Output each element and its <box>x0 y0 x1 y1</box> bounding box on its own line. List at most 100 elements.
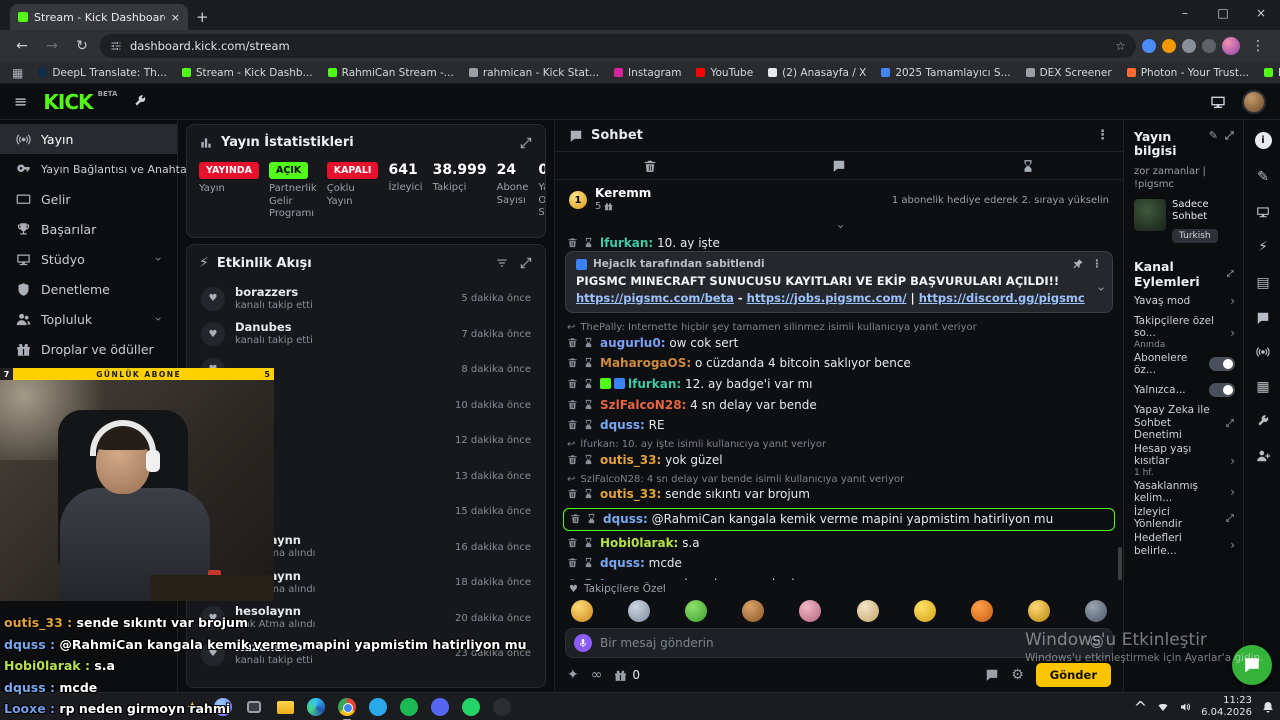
expand-icon[interactable] <box>519 256 533 270</box>
chat-username[interactable]: augurlu0: <box>600 336 666 350</box>
action-set-goals[interactable]: Hedefleri belirle... › <box>1134 532 1235 558</box>
app-icon[interactable] <box>491 696 513 718</box>
chat-message-input[interactable] <box>600 636 1082 650</box>
bookmark-item[interactable]: DEX Screener <box>1025 67 1112 79</box>
pinned-menu-icon[interactable]: ⋮ <box>1092 258 1103 270</box>
forward-button[interactable]: → <box>40 38 64 54</box>
chat-username[interactable]: lfurkan: <box>628 377 681 391</box>
expand-icon[interactable] <box>1226 268 1235 279</box>
emote-6[interactable] <box>856 600 879 622</box>
voice-message-icon[interactable] <box>574 634 592 652</box>
bookmark-star-icon[interactable]: ☆ <box>1115 39 1126 53</box>
action-account-age[interactable]: Hesap yaşı kısıtlar 1 hf. › <box>1134 443 1235 480</box>
customize-icon[interactable] <box>133 95 147 109</box>
emote-7[interactable] <box>913 600 936 622</box>
tab-close-icon[interactable]: × <box>171 11 180 24</box>
emote-5[interactable] <box>799 600 822 622</box>
emote-3[interactable] <box>685 600 708 622</box>
bookmark-item[interactable]: PIGSMC - kick.com/... <box>1263 67 1280 79</box>
emoji-picker-icon[interactable]: ☺ <box>1089 635 1104 651</box>
tools-icon[interactable] <box>1256 415 1270 429</box>
chat-messages[interactable]: ↩ ThePally: Internette hiçbir şey tamamen… <box>555 317 1123 580</box>
task-view-icon[interactable] <box>243 696 265 718</box>
bookmark-item[interactable]: 2025 Tamamlayıcı S... <box>881 67 1011 79</box>
bookmark-item[interactable]: Instagram <box>614 67 681 79</box>
back-button[interactable]: ← <box>10 38 34 54</box>
hamburger-menu-icon[interactable]: ≡ <box>14 92 27 111</box>
new-tab-button[interactable]: + <box>196 8 209 26</box>
category-row[interactable]: Sadece Sohbet Turkish <box>1134 198 1235 243</box>
emote-8[interactable] <box>970 600 993 622</box>
maximize-button[interactable]: □ <box>1204 0 1242 26</box>
timeout-user-icon[interactable] <box>583 454 594 465</box>
sidebar-item-yayin-baglantisi[interactable]: Yayın Bağlantısı ve Anahtarı <box>0 154 194 184</box>
reactions-icon[interactable]: ✦ <box>567 667 579 683</box>
browser-tab[interactable]: Stream - Kick Dashboard × <box>10 4 188 30</box>
reload-button[interactable]: ↻ <box>70 38 94 54</box>
timeout-user-icon[interactable] <box>583 557 594 568</box>
activity-row[interactable]: ♥ Danubes kanalı takip etti 7 dakika önce <box>187 317 545 353</box>
delete-message-icon[interactable] <box>567 557 578 568</box>
delete-message-icon[interactable] <box>567 237 578 248</box>
expand-icon[interactable] <box>519 136 533 150</box>
pin-icon[interactable] <box>1072 258 1084 270</box>
activity-row[interactable]: ♥ hesolaynn Link Atma alındı 20 dakika önce <box>187 601 545 637</box>
chrome-icon[interactable] <box>336 696 358 720</box>
bookmark-item[interactable]: YouTube <box>696 67 753 79</box>
gift-subs-button[interactable]: 0 <box>614 668 640 682</box>
chat-username[interactable]: outis_33: <box>600 453 661 467</box>
discord-icon[interactable] <box>429 696 451 718</box>
delete-message-icon[interactable] <box>567 357 578 368</box>
timeout-user-icon[interactable] <box>583 357 594 368</box>
kick-logo[interactable]: KICK BETA <box>43 90 117 114</box>
browser-menu-icon[interactable]: ⋮ <box>1246 38 1270 54</box>
telegram-icon[interactable] <box>367 696 389 718</box>
bookmark-item[interactable]: Stream - Kick Dashb... <box>181 67 313 79</box>
sidebar-item-yayin[interactable]: Yayın <box>0 124 177 154</box>
emote-4[interactable] <box>742 600 765 622</box>
emote-10[interactable] <box>1084 600 1107 622</box>
action-ai-moderation[interactable]: Yapay Zeka ile Sohbet Denetimi <box>1134 404 1235 443</box>
copilot-icon[interactable] <box>212 696 234 718</box>
filter-icon[interactable] <box>495 256 509 270</box>
timeout-user-icon[interactable] <box>586 513 597 524</box>
delete-message-icon[interactable] <box>567 537 578 548</box>
pinned-link[interactable]: https://discord.gg/pigsmc <box>919 291 1085 305</box>
tray-expand-icon[interactable]: ^ <box>1134 698 1147 717</box>
edit-icon[interactable]: ✎ <box>1257 169 1269 185</box>
extension-icon[interactable] <box>1202 39 1216 53</box>
timeout-user-icon[interactable] <box>583 237 594 248</box>
chat-icon[interactable] <box>1256 311 1270 325</box>
notifications-icon[interactable] <box>1262 701 1274 713</box>
gift-leaderboard[interactable]: 1 Keremm 5 1 abonelik hediye ederek 2. s… <box>555 180 1123 220</box>
action-banned-words[interactable]: Yasaklanmış kelim... › <box>1134 480 1235 506</box>
close-window-button[interactable]: × <box>1242 0 1280 26</box>
timeout-user-icon[interactable] <box>583 378 594 389</box>
volume-icon[interactable] <box>1179 701 1191 713</box>
sidebar-item-topluluk[interactable]: Topluluk › <box>0 304 177 334</box>
timeout-user-icon[interactable] <box>583 537 594 548</box>
action-subscribers-only[interactable]: Abonelere öz... <box>1134 352 1235 378</box>
studio-icon[interactable] <box>1256 205 1270 219</box>
delete-message-icon[interactable] <box>567 399 578 410</box>
stream-manager-icon[interactable] <box>1210 94 1226 110</box>
taskbar-clock[interactable]: 11:23 6.04.2026 <box>1201 695 1252 720</box>
broadcast-icon[interactable] <box>1256 345 1270 359</box>
support-chat-fab[interactable] <box>1232 645 1272 685</box>
add-user-icon[interactable] <box>1256 449 1270 463</box>
activity-row[interactable]: ♥ borazzers kanalı takip etti 5 dakika önce <box>187 281 545 317</box>
bookmark-item[interactable]: (2) Anasayfa / X <box>768 67 866 79</box>
chat-username[interactable]: MaharogaOS: <box>600 356 691 370</box>
site-settings-icon[interactable] <box>110 40 122 52</box>
info-icon[interactable]: i <box>1254 132 1272 149</box>
chat-username[interactable]: dquss: <box>600 418 645 432</box>
delete-message-icon[interactable] <box>567 454 578 465</box>
chat-username[interactable]: dquss: <box>603 512 648 526</box>
chat-settings-icon[interactable]: ⚙ <box>1011 667 1024 683</box>
browser-profile-avatar[interactable] <box>1222 37 1240 55</box>
pinned-collapse-icon[interactable]: › <box>1095 287 1109 292</box>
chat-username[interactable]: Looxe: <box>600 577 645 580</box>
action-emotes-only[interactable]: Yalnızca... <box>1134 378 1235 404</box>
emote-9[interactable] <box>1027 600 1050 622</box>
grid-icon[interactable]: ▦ <box>1256 379 1269 395</box>
